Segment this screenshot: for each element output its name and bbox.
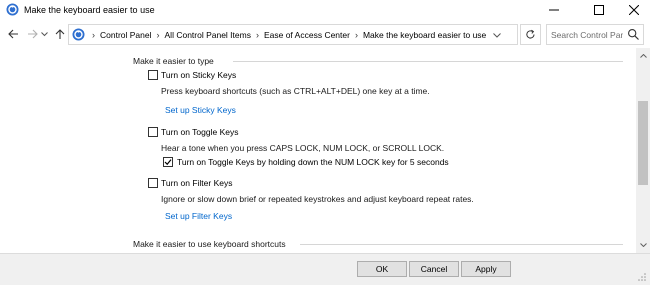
address-bar[interactable]: › Control Panel › All Control Panel Item… — [68, 24, 518, 45]
sticky-keys-checkbox[interactable] — [148, 70, 158, 80]
main-content: Make it easier to type Turn on Sticky Ke… — [0, 48, 636, 253]
address-dropdown-button[interactable] — [490, 28, 504, 42]
up-arrow-icon — [55, 28, 65, 39]
close-icon — [629, 5, 639, 15]
scroll-up-button[interactable] — [636, 50, 650, 62]
toggle-keys-description: Hear a tone when you press CAPS LOCK, NU… — [161, 143, 445, 153]
breadcrumb: › Control Panel › All Control Panel Item… — [87, 25, 486, 44]
search-icon[interactable] — [627, 28, 640, 41]
scroll-down-button[interactable] — [636, 239, 650, 251]
breadcrumb-ease-of-access[interactable]: Ease of Access Center — [264, 30, 350, 40]
vertical-scrollbar[interactable] — [636, 48, 650, 253]
minimize-button[interactable] — [535, 0, 573, 20]
scroll-down-icon — [639, 243, 647, 247]
close-button[interactable] — [615, 0, 650, 20]
toggle-keys-checkbox[interactable] — [148, 127, 158, 137]
recent-dropdown-icon — [40, 31, 48, 36]
breadcrumb-separator[interactable]: › — [355, 30, 358, 40]
breadcrumb-control-panel[interactable]: Control Panel — [100, 30, 152, 40]
window-title: Make the keyboard easier to use — [24, 5, 155, 15]
toggle-keys-label[interactable]: Turn on Toggle Keys — [161, 127, 239, 137]
apply-button[interactable]: Apply — [461, 261, 511, 277]
recent-locations-button[interactable] — [38, 24, 50, 44]
section-divider — [300, 244, 623, 245]
minimize-icon — [549, 9, 559, 11]
ok-button[interactable]: OK — [357, 261, 407, 277]
filter-keys-label[interactable]: Turn on Filter Keys — [161, 178, 233, 188]
up-button[interactable] — [51, 24, 69, 44]
breadcrumb-current-page[interactable]: Make the keyboard easier to use — [363, 30, 486, 40]
title-bar: Make the keyboard easier to use — [0, 0, 650, 20]
setup-filter-keys-link[interactable]: Set up Filter Keys — [165, 211, 232, 221]
chevron-down-icon — [493, 32, 501, 38]
scroll-up-icon — [639, 54, 647, 58]
section-heading-shortcuts: Make it easier to use keyboard shortcuts — [133, 239, 286, 249]
resize-grip-icon[interactable] — [637, 272, 647, 282]
maximize-icon — [594, 5, 604, 15]
toggle-keys-numlock-label[interactable]: Turn on Toggle Keys by holding down the … — [177, 157, 449, 167]
breadcrumb-separator[interactable]: › — [157, 30, 160, 40]
forward-arrow-icon — [27, 29, 38, 39]
refresh-icon — [526, 29, 535, 39]
breadcrumb-all-items[interactable]: All Control Panel Items — [165, 30, 251, 40]
search-input[interactable] — [551, 27, 623, 42]
section-divider — [233, 61, 623, 62]
checkmark-icon — [164, 159, 172, 166]
ease-of-access-icon — [6, 3, 19, 16]
toggle-keys-numlock-checkbox[interactable] — [163, 157, 173, 167]
section-heading-typing: Make it easier to type — [133, 56, 214, 66]
back-arrow-icon — [7, 29, 18, 39]
breadcrumb-separator: › — [92, 29, 95, 40]
breadcrumb-separator[interactable]: › — [256, 30, 259, 40]
maximize-button[interactable] — [580, 0, 618, 20]
search-box[interactable] — [546, 24, 644, 45]
filter-keys-checkbox[interactable] — [148, 178, 158, 188]
back-button[interactable] — [4, 24, 22, 44]
dialog-footer: OK Cancel Apply — [0, 253, 650, 285]
scroll-thumb[interactable] — [638, 101, 648, 185]
setup-sticky-keys-link[interactable]: Set up Sticky Keys — [165, 105, 236, 115]
sticky-keys-label[interactable]: Turn on Sticky Keys — [161, 70, 236, 80]
cancel-button[interactable]: Cancel — [409, 261, 459, 277]
filter-keys-description: Ignore or slow down brief or repeated ke… — [161, 194, 474, 204]
refresh-button[interactable] — [520, 24, 541, 45]
control-panel-icon — [72, 28, 85, 41]
sticky-keys-description: Press keyboard shortcuts (such as CTRL+A… — [161, 86, 430, 96]
